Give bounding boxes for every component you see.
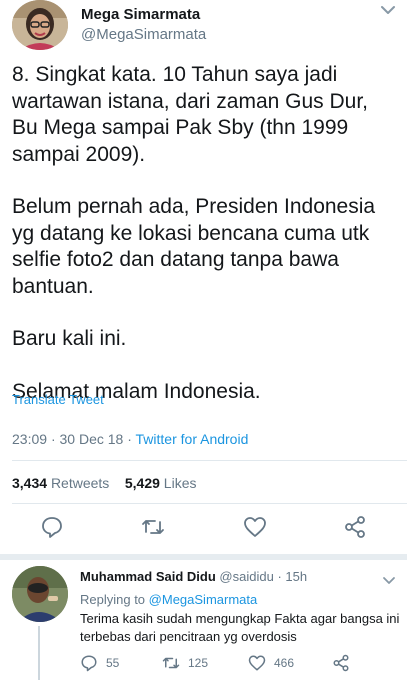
like-icon[interactable] [243, 515, 267, 539]
reply-time: 15h [285, 569, 308, 584]
likes-stat[interactable]: 5,429 Likes [125, 475, 197, 491]
author-name[interactable]: Mega Simarmata [81, 6, 200, 23]
retweets-stat[interactable]: 3,434 Retweets [12, 475, 109, 491]
reply-author-name: Muhammad Said Didu [80, 569, 216, 584]
retweets-label: Retweets [50, 475, 110, 491]
share-icon [333, 654, 349, 672]
likes-label: Likes [163, 475, 197, 491]
tweet-text: 8. Singkat kata. 10 Tahun saya jadi wart… [12, 62, 397, 405]
tweet-paragraph: 8. Singkat kata. 10 Tahun saya jadi wart… [12, 63, 368, 166]
tweet-source-link[interactable]: Twitter for Android [136, 431, 249, 447]
tweet-paragraph: Baru kali ini. [12, 327, 127, 350]
reply-replies-count: 55 [106, 656, 120, 670]
tweet-time: 23:09 [12, 431, 48, 447]
replying-to-handle[interactable]: @MegaSimarmata [149, 592, 258, 607]
thread-line [38, 626, 40, 680]
reply-author[interactable]: Muhammad Said Didu @saididu · 15h [80, 569, 307, 584]
reply-author-handle: @saididu [219, 569, 274, 584]
replying-to: Replying to @MegaSimarmata [80, 592, 257, 607]
chevron-down-icon[interactable] [380, 3, 396, 17]
retweet-icon[interactable] [141, 515, 165, 539]
like-icon [248, 655, 266, 671]
meta-separator: · [277, 569, 282, 584]
reply-reply-action[interactable]: 55 [80, 654, 119, 672]
reply-author-avatar[interactable] [12, 566, 68, 622]
reply-icon[interactable] [40, 515, 64, 539]
author-avatar[interactable] [12, 0, 68, 50]
tweet-date: 30 Dec 18 [59, 431, 124, 447]
chevron-down-icon[interactable] [382, 575, 396, 587]
reply-like-action[interactable]: 466 [248, 654, 294, 672]
tweet-header: Mega Simarmata @MegaSimarmata [0, 0, 407, 56]
meta-separator: · [50, 431, 60, 447]
reply-retweet-action[interactable]: 125 [162, 654, 208, 672]
divider [12, 460, 407, 461]
section-divider [0, 554, 407, 560]
reply-share-action[interactable] [332, 654, 358, 672]
tweet-paragraph: Belum pernah ada, Presiden Indonesia yg … [12, 195, 376, 298]
author-handle[interactable]: @MegaSimarmata [81, 26, 206, 43]
translate-tweet-link[interactable]: Translate Tweet [12, 392, 104, 407]
reply-action-bar: 55 125 466 [80, 654, 400, 674]
meta-separator: · [127, 431, 136, 447]
retweet-icon [162, 657, 180, 669]
divider [12, 503, 407, 504]
replying-to-label: Replying to [80, 592, 146, 607]
tweet-stats: 3,434 Retweets 5,429 Likes [12, 475, 196, 491]
tweet-meta: 23:09 · 30 Dec 18 · Twitter for Android [12, 431, 248, 447]
reply-likes-count: 466 [274, 656, 295, 670]
reply-retweets-count: 125 [188, 656, 209, 670]
retweets-count: 3,434 [12, 475, 48, 491]
reply-text: Terima kasih sudah mengungkap Fakta agar… [80, 611, 400, 644]
tweet-action-bar [0, 515, 407, 551]
reply-icon [81, 655, 97, 672]
likes-count: 5,429 [124, 475, 160, 491]
share-icon[interactable] [343, 515, 367, 539]
